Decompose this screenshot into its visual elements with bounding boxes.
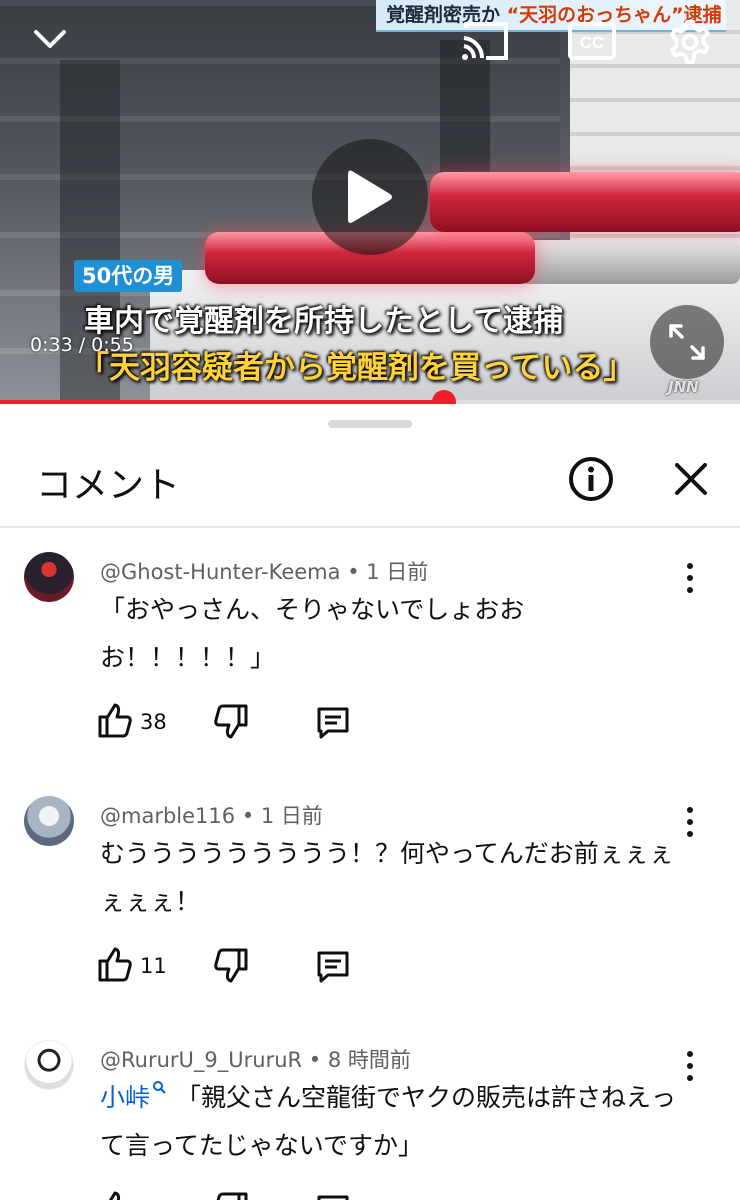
more-options-icon[interactable] — [676, 804, 704, 840]
subtitle-line-1: 車内で覚醒剤を所持したとして逮捕 — [84, 304, 564, 339]
search-link-label: 小峠 — [100, 1083, 151, 1112]
play-icon — [348, 170, 392, 223]
dislike-button[interactable] — [214, 1192, 248, 1200]
search-icon — [153, 1081, 166, 1094]
comment-text: むううううううううう！？何やってんだお前ぇぇぇぇぇぇ！ — [100, 839, 674, 916]
reply-icon — [317, 707, 349, 739]
comment-age: 1 日前 — [366, 560, 429, 584]
comment-text: 小峠 「親父さん空龍街でヤクの販売は許さねえって言ってたじゃないですか」 — [100, 1074, 680, 1170]
svg-text:CC: CC — [580, 33, 605, 52]
like-count: 38 — [140, 710, 167, 734]
fullscreen-button[interactable] — [650, 305, 724, 379]
closed-captions-icon[interactable]: CC — [568, 22, 616, 60]
more-options-icon[interactable] — [676, 1048, 704, 1084]
caption-tag: 50代の男 — [74, 260, 183, 292]
comment-age: 8 時間前 — [327, 1048, 411, 1072]
avatar[interactable] — [24, 552, 74, 602]
comment-meta: @marble116 • 1 日前 — [100, 804, 323, 828]
reply-button[interactable] — [316, 1194, 350, 1200]
comment-text-body: 「親父さん空龍街でヤクの販売は許さねえって言ってたじゃないですか」 — [100, 1083, 677, 1160]
comments-panel: コメント @Ghost-Hunter-Keema • 1 日前 「おやっさん、そ… — [0, 404, 740, 1200]
comment-meta: @Ghost-Hunter-Keema • 1 日前 — [100, 560, 429, 584]
close-icon[interactable] — [672, 460, 710, 498]
avatar[interactable] — [24, 796, 74, 846]
drag-handle[interactable] — [328, 420, 412, 428]
dislike-button[interactable] — [214, 948, 248, 988]
more-options-icon[interactable] — [676, 560, 704, 596]
thumbs-up-icon — [98, 703, 132, 738]
video-player[interactable]: 覚醒剤密売か “天羽のおっちゃん”逮捕 CC 50代の男 車内で覚醒剤を所持した… — [0, 0, 740, 404]
avatar[interactable] — [24, 1040, 74, 1090]
comment-author[interactable]: @marble116 — [100, 804, 235, 828]
reply-icon — [317, 1195, 349, 1200]
chevron-down-icon[interactable] — [30, 24, 70, 54]
settings-gear-icon[interactable] — [666, 18, 714, 66]
like-button[interactable] — [98, 702, 132, 742]
comment-age: 1 日前 — [260, 804, 323, 828]
thumbs-up-icon — [98, 947, 132, 982]
like-button[interactable] — [98, 946, 132, 986]
info-icon[interactable] — [568, 456, 614, 502]
broadcaster-watermark: JNN — [668, 378, 699, 396]
divider — [0, 526, 740, 528]
dislike-button[interactable] — [214, 704, 248, 744]
comment-text: 「おやっさん、そりゃないでしょおおお！！！！！」 — [100, 595, 525, 672]
like-button[interactable] — [98, 1190, 132, 1200]
cast-icon[interactable] — [460, 20, 510, 62]
reply-icon — [317, 951, 349, 983]
thumbs-up-icon — [108, 1191, 121, 1200]
reply-button[interactable] — [316, 950, 350, 988]
thumbs-down-icon — [216, 1192, 248, 1200]
subtitle-line-2: 「天羽容疑者から覚醒剤を買っている」 — [78, 350, 635, 386]
reply-button[interactable] — [316, 706, 350, 744]
like-count: 11 — [140, 954, 167, 978]
panel-title: コメント — [36, 465, 181, 506]
thumbs-down-icon — [214, 704, 248, 739]
video-frame-siren-base — [520, 240, 740, 284]
comment-meta: @RururU_9_UruruR • 8 時間前 — [100, 1048, 411, 1072]
comment-author[interactable]: @Ghost-Hunter-Keema — [100, 560, 341, 584]
time-readout: 0:33 / 0:55 — [30, 334, 134, 356]
search-link[interactable]: 小峠 — [100, 1081, 176, 1112]
fullscreen-icon — [669, 324, 705, 360]
comment-author[interactable]: @RururU_9_UruruR — [100, 1048, 302, 1072]
thumbs-down-icon — [214, 948, 248, 983]
play-button[interactable] — [312, 139, 428, 255]
video-frame-siren-light — [430, 172, 740, 232]
